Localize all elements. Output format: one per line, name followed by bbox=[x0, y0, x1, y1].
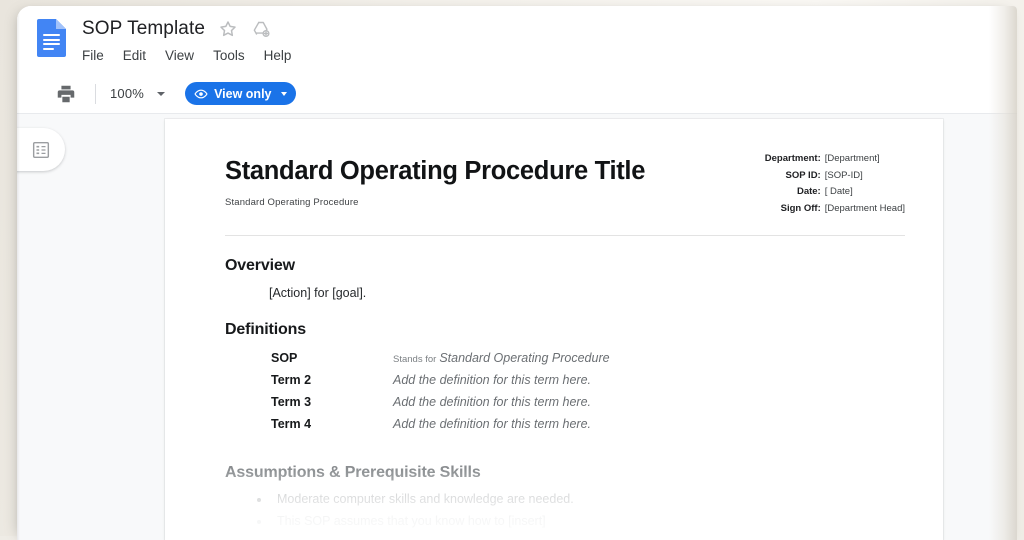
definition-row: Term 2 Add the definition for this term … bbox=[225, 373, 905, 387]
star-icon[interactable] bbox=[218, 19, 238, 39]
definition-text: Standard Operating Procedure bbox=[439, 351, 609, 365]
title-block: SOP Template File Edit bbox=[82, 17, 291, 63]
definition-description: Add the definition for this term here. bbox=[393, 417, 591, 431]
definition-description: Add the definition for this term here. bbox=[393, 373, 591, 387]
metadata-value: [SOP-ID] bbox=[825, 170, 905, 187]
metadata-key: SOP ID: bbox=[765, 170, 825, 187]
definition-term: SOP bbox=[271, 351, 393, 365]
view-only-button[interactable]: View only bbox=[185, 82, 295, 105]
definition-description: Stands forStandard Operating Procedure bbox=[393, 351, 610, 365]
metadata-key: Sign Off: bbox=[765, 203, 825, 220]
eye-icon bbox=[194, 87, 208, 101]
print-icon[interactable] bbox=[55, 83, 77, 105]
document-metadata: Department: [Department] SOP ID: [SOP-ID… bbox=[765, 153, 905, 219]
chevron-down-icon[interactable] bbox=[157, 92, 165, 96]
definition-row: Term 4 Add the definition for this term … bbox=[225, 417, 905, 431]
zoom-level-value[interactable]: 100% bbox=[110, 86, 144, 101]
metadata-row: Sign Off: [Department Head] bbox=[765, 203, 905, 220]
toolbar: 100% View only bbox=[17, 74, 1017, 114]
sop-subtitle: Standard Operating Procedure bbox=[225, 197, 645, 208]
metadata-key: Date: bbox=[765, 186, 825, 203]
definitions-heading: Definitions bbox=[225, 321, 905, 339]
definition-row: Term 3 Add the definition for this term … bbox=[225, 395, 905, 409]
overview-section: Overview [Action] for [goal]. bbox=[225, 257, 905, 300]
sop-title: Standard Operating Procedure Title bbox=[225, 157, 645, 186]
definition-row: SOP Stands forStandard Operating Procedu… bbox=[225, 351, 905, 365]
definition-term: Term 3 bbox=[271, 395, 393, 409]
toolbar-divider bbox=[95, 84, 96, 104]
menu-item-edit[interactable]: Edit bbox=[123, 48, 146, 63]
assumptions-section: Assumptions & Prerequisite Skills Modera… bbox=[225, 464, 905, 540]
assumptions-list: Moderate computer skills and knowledge a… bbox=[251, 492, 905, 528]
document-page[interactable]: Standard Operating Procedure Title Stand… bbox=[165, 119, 943, 540]
menu-bar: File Edit View Tools Help bbox=[82, 48, 291, 63]
add-to-drive-icon[interactable] bbox=[251, 19, 271, 39]
definition-prefix: Stands for bbox=[393, 354, 436, 365]
definition-term: Term 2 bbox=[271, 373, 393, 387]
document-outline-icon bbox=[31, 140, 51, 160]
list-item: This SOP assumes that you know how to [i… bbox=[251, 514, 905, 528]
metadata-value: [ Date] bbox=[825, 186, 905, 203]
document-header-block: Standard Operating Procedure Title Stand… bbox=[225, 151, 905, 219]
metadata-key: Department: bbox=[765, 153, 825, 170]
metadata-row: SOP ID: [SOP-ID] bbox=[765, 170, 905, 187]
view-only-label: View only bbox=[214, 87, 271, 101]
overview-body: [Action] for [goal]. bbox=[269, 286, 905, 300]
show-outline-button[interactable] bbox=[17, 128, 65, 171]
definition-description: Add the definition for this term here. bbox=[393, 395, 591, 409]
metadata-row: Date: [ Date] bbox=[765, 186, 905, 203]
definitions-section: Definitions SOP Stands forStandard Opera… bbox=[225, 321, 905, 431]
document-title[interactable]: SOP Template bbox=[82, 18, 205, 40]
metadata-value: [Department] bbox=[825, 153, 905, 170]
menu-item-tools[interactable]: Tools bbox=[213, 48, 245, 63]
docs-header: SOP Template File Edit bbox=[17, 6, 1017, 74]
menu-item-file[interactable]: File bbox=[82, 48, 104, 63]
google-docs-icon[interactable] bbox=[37, 19, 66, 57]
overview-heading: Overview bbox=[225, 257, 905, 275]
list-item: Moderate computer skills and knowledge a… bbox=[251, 492, 905, 506]
definition-term: Term 4 bbox=[271, 417, 393, 431]
browser-window: SOP Template File Edit bbox=[17, 6, 1017, 540]
menu-item-view[interactable]: View bbox=[165, 48, 194, 63]
chevron-down-icon bbox=[281, 92, 287, 96]
assumptions-heading: Assumptions & Prerequisite Skills bbox=[225, 464, 905, 482]
metadata-value: [Department Head] bbox=[825, 203, 905, 220]
document-workspace: Standard Operating Procedure Title Stand… bbox=[17, 114, 1017, 540]
menu-item-help[interactable]: Help bbox=[264, 48, 292, 63]
metadata-row: Department: [Department] bbox=[765, 153, 905, 170]
header-divider bbox=[225, 235, 905, 236]
